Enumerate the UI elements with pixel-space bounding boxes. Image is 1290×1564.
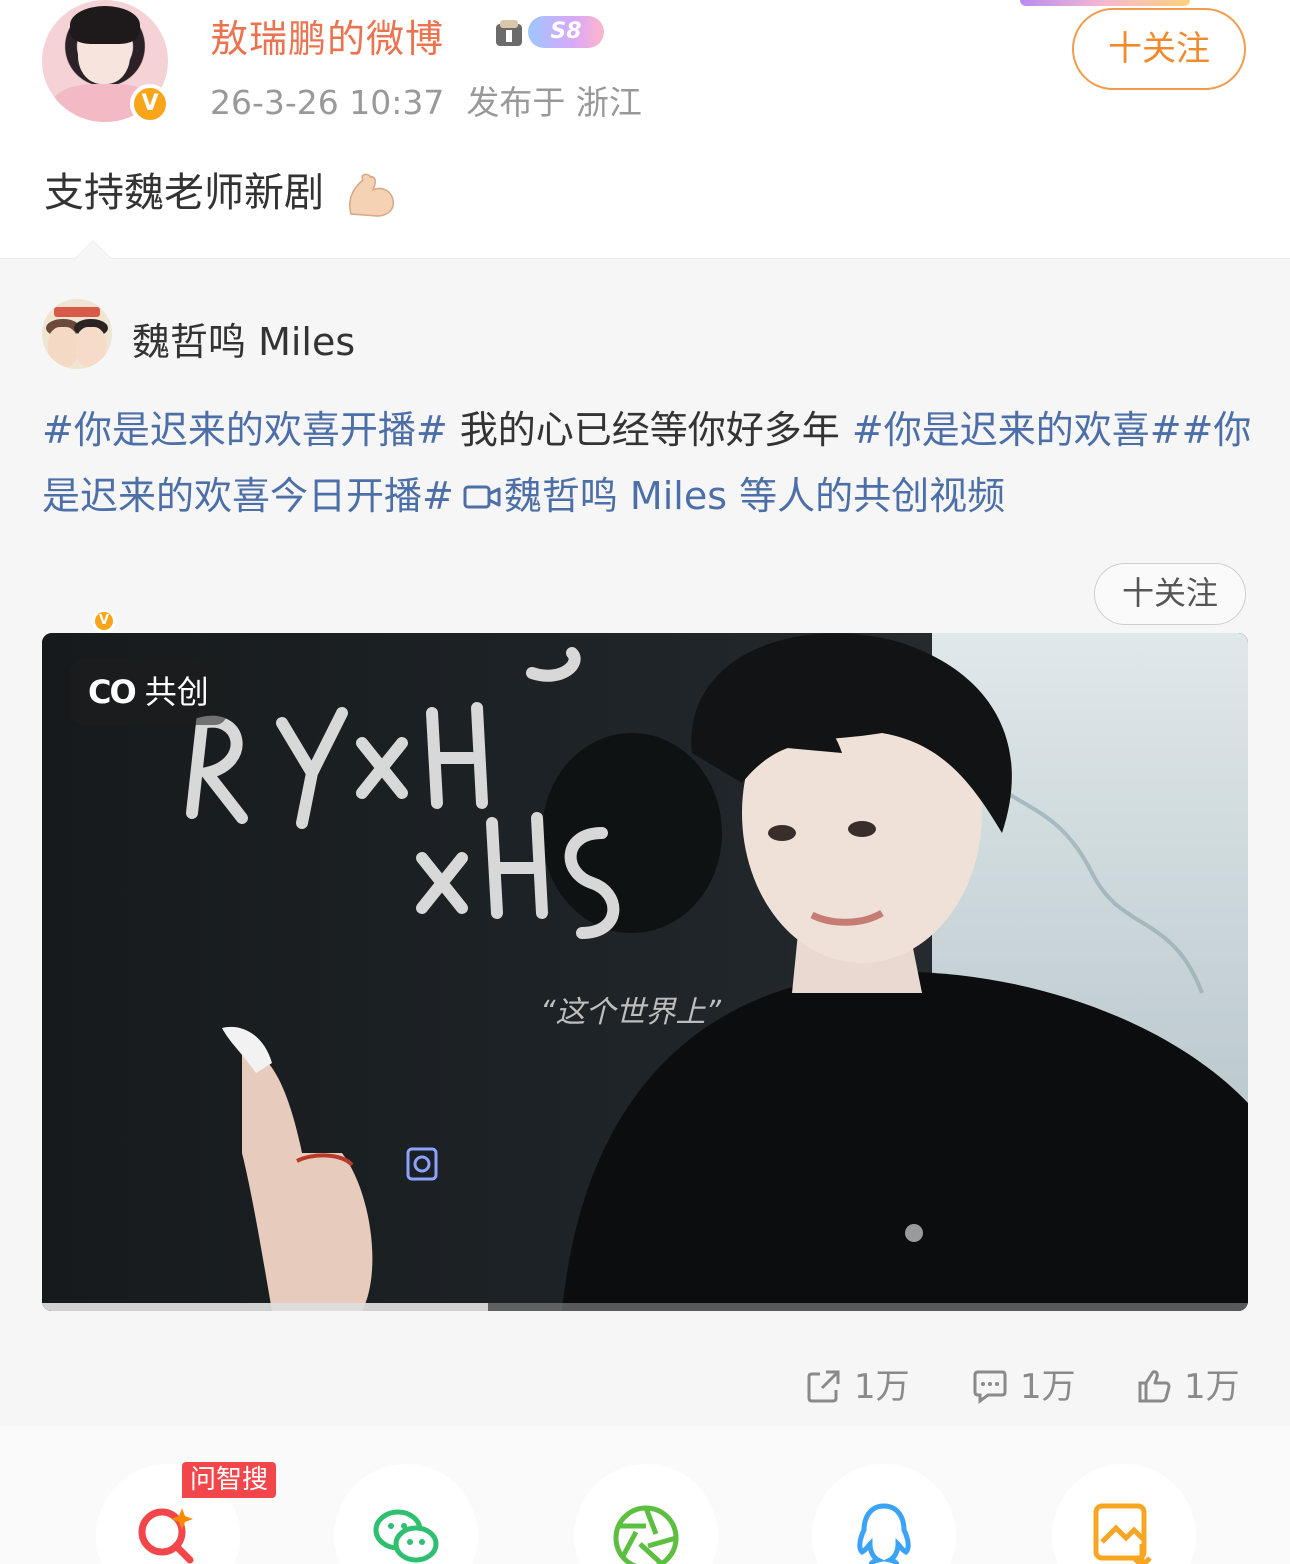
weibo-post-page: V 敖瑞鹏的微博 S8 26-3-26 10:37 发布于 浙江 十关注 支持魏老… <box>0 0 1290 1564</box>
reposted-card[interactable]: V 魏哲鸣 Miles 十关注 #你是迟来的欢喜开播# 我的心已经等你好多年 #… <box>0 240 1290 1427</box>
comment-count: 1万 <box>1020 1367 1076 1407</box>
post-body: 支持魏老师新剧 <box>44 160 401 220</box>
flexed-biceps-emoji-icon <box>348 173 394 217</box>
video-player[interactable]: “这个世界上” CO 共创 <box>42 633 1248 1311</box>
video-progress-bar[interactable] <box>42 1303 1248 1311</box>
level-badge: S8 <box>528 16 604 48</box>
verified-badge-icon: V <box>130 84 170 124</box>
co-badge-label: 共创 <box>144 673 209 711</box>
comment-icon <box>973 1370 1007 1404</box>
repost-author-name[interactable]: 魏哲鸣 Miles <box>132 311 355 366</box>
repost-author-avatar[interactable] <box>42 299 112 369</box>
co-icon: CO <box>88 673 137 711</box>
video-link[interactable]: 魏哲鸣 Miles 等人的共创视频 <box>504 474 1005 518</box>
share-qq-button[interactable] <box>812 1464 956 1564</box>
follow-button[interactable]: 十关注 <box>1072 8 1246 90</box>
ai-search-tag: 问智搜 <box>182 1462 277 1498</box>
post-meta: 26-3-26 10:37 发布于 浙江 <box>210 76 642 124</box>
video-subtitle: “这个世界上” <box>540 995 722 1030</box>
comment-button[interactable]: 1万 <box>972 1359 1076 1408</box>
repost-text: #你是迟来的欢喜开播# 我的心已经等你好多年 #你是迟来的欢喜##你是迟来的欢喜… <box>42 397 1252 529</box>
repost-verified-badge-icon: V <box>92 609 116 633</box>
card-pointer <box>74 240 112 259</box>
thumbs-up-icon <box>1138 1370 1171 1403</box>
qq-icon <box>857 1503 911 1564</box>
repost-follow-button[interactable]: 十关注 <box>1094 563 1246 625</box>
hashtag-link[interactable]: #你是迟来的欢喜# <box>852 408 1182 452</box>
co-creation-badge: CO 共创 <box>70 659 227 725</box>
video-progress-fill <box>42 1303 489 1311</box>
post-location: 发布于 浙江 <box>466 83 642 122</box>
repost-count: 1万 <box>854 1367 910 1407</box>
like-count: 1万 <box>1184 1367 1240 1407</box>
moments-icon <box>613 1505 679 1564</box>
wechat-icon <box>373 1509 439 1563</box>
share-save-image-button[interactable] <box>1052 1464 1196 1564</box>
author-name[interactable]: 敖瑞鹏的微博 <box>210 8 444 63</box>
repost-plain-text: 我的心已经等你好多年 <box>447 408 852 452</box>
post-header: V 敖瑞鹏的微博 S8 26-3-26 10:37 发布于 浙江 十关注 支持魏老… <box>0 0 1290 258</box>
video-camera-icon <box>463 485 501 509</box>
fan-level-icon <box>496 20 522 46</box>
repost-button[interactable]: 1万 <box>806 1359 910 1408</box>
share-moments-button[interactable] <box>574 1464 718 1564</box>
repost-icon <box>807 1370 840 1403</box>
post-text: 支持魏老师新剧 <box>44 170 324 216</box>
save-image-icon <box>1093 1503 1152 1564</box>
share-wechat-button[interactable] <box>334 1464 478 1564</box>
decorative-strip <box>1020 0 1190 6</box>
search-icon <box>138 1508 194 1564</box>
like-button[interactable]: 1万 <box>1136 1359 1240 1408</box>
post-timestamp: 26-3-26 10:37 <box>210 83 445 122</box>
hashtag-link[interactable]: #你是迟来的欢喜开播# <box>42 408 448 452</box>
video-frame-image <box>42 633 1248 1311</box>
